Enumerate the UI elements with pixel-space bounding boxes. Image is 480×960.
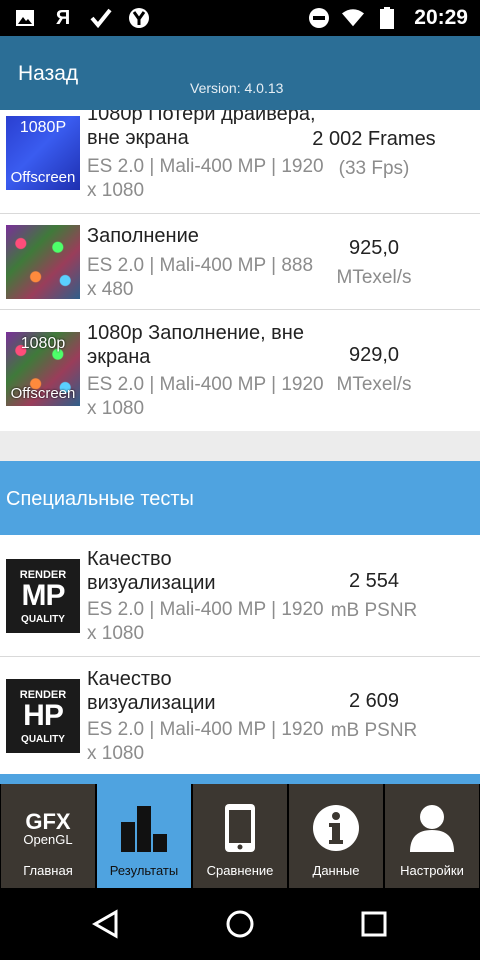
fill-thumbnail [6,225,80,299]
tab-label: Результаты [109,863,179,878]
yandex-browser-icon [128,7,150,29]
results-list[interactable]: 1080P Offscreen 1080p Потери драйвера, в… [0,110,480,784]
version-label: Version: 4.0.13 [190,80,284,96]
tab-home[interactable]: GFX OpenGL Главная [0,784,96,888]
result-value: 2 002 Frames [312,128,436,150]
system-nav-bar [0,888,480,960]
bar-chart-icon [97,802,191,854]
list-item[interactable]: RENDER HP QUALITY Качество визуализации … [0,657,480,774]
test-result: 925,0 MTexel/s [304,234,444,292]
tab-data[interactable]: Данные [288,784,384,888]
result-value: 2 609 [348,690,400,712]
test-title: Качество визуализации [87,548,216,594]
tab-compare[interactable]: Сравнение [192,784,288,888]
section-title: Специальные тесты [6,488,194,510]
yandex-icon: Я [55,7,71,29]
result-unit: (33 Fps) [338,158,410,179]
result-value: 929,0 [348,344,400,366]
list-item[interactable]: 1080p Offscreen 1080p Заполнение, вне эк… [0,310,480,431]
list-item[interactable]: 1080P Offscreen 1080p Потери драйвера, в… [0,110,480,214]
result-unit: mB PSNR [330,720,418,741]
test-details: ES 2.0 | Mali-400 MP | 1920 x 1080 [87,599,324,644]
render-quality-mp-thumbnail: RENDER MP QUALITY [6,559,80,633]
tab-label: Настройки [400,863,464,878]
bottom-tab-bar: GFX OpenGL Главная Результаты Сравнение [0,784,480,888]
test-details: ES 2.0 | Mali-400 MP | 1920 x 1080 [87,374,324,419]
wifi-icon [342,7,365,29]
fill-offscreen-thumbnail: 1080p Offscreen [6,332,80,406]
thumb-label: Offscreen [10,385,76,402]
result-value: 2 554 [348,570,400,592]
tab-settings[interactable]: Настройки [384,784,480,888]
nav-home-button[interactable] [200,888,280,960]
next-section-header [0,774,480,784]
logo-text: OpenGL [23,831,73,847]
nav-back-button[interactable] [66,888,146,960]
nav-recents-button[interactable] [334,888,414,960]
thumb-label: QUALITY [21,734,65,745]
test-result: 2 609 mB PSNR [304,687,444,745]
test-details: ES 2.0 | Mali-400 MP | 1920 x 1080 [87,719,324,764]
section-divider [0,431,480,461]
thumb-label: MP [21,579,66,612]
tab-label: Главная [23,863,73,878]
app-header: Назад Version: 4.0.13 [0,36,480,110]
list-item[interactable]: Заполнение ES 2.0 | Mali-400 MP | 888 x … [0,214,480,310]
offscreen-thumbnail: 1080P Offscreen [6,116,80,190]
info-icon [289,802,383,854]
result-unit: MTexel/s [336,267,412,288]
test-result: 929,0 MTexel/s [304,341,444,399]
home-circle-icon [226,910,254,938]
phone-icon [193,802,287,854]
back-button[interactable]: Назад [18,62,78,86]
clock: 20:29 [414,6,468,29]
check-icon [90,7,112,29]
logo-text: GFX [25,808,71,834]
test-title: 1080p Заполнение, вне экрана [87,322,304,368]
thumb-label: QUALITY [21,614,65,625]
test-title: Заполнение [87,225,199,247]
thumb-label: HP [23,699,64,732]
thumb-label: 1080P [19,119,67,136]
test-result: 2 554 mB PSNR [304,567,444,625]
gfx-logo-icon: GFX OpenGL [1,802,95,854]
result-unit: mB PSNR [330,600,418,621]
user-icon [385,802,479,854]
back-triangle-icon [92,909,118,939]
tab-label: Сравнение [206,863,274,878]
recents-square-icon [361,911,387,937]
test-details: ES 2.0 | Mali-400 MP | 1920 x 1080 [87,156,324,201]
status-bar: Я 20:29 [0,0,480,36]
result-value: 925,0 [348,237,400,259]
do-not-disturb-icon [308,7,330,29]
tab-label: Данные [312,863,360,878]
tab-results[interactable]: Результаты [96,784,192,888]
test-details: ES 2.0 | Mali-400 MP | 888 x 480 [87,255,314,300]
battery-icon [376,7,398,29]
section-header: Специальные тесты [0,461,480,535]
image-icon [14,7,36,29]
result-unit: MTexel/s [336,374,412,395]
thumb-label: Offscreen [10,169,76,186]
thumb-label: 1080p [20,335,66,352]
test-result: 2 002 Frames (33 Fps) [304,125,444,183]
list-item[interactable]: RENDER MP QUALITY Качество визуализации … [0,535,480,657]
test-title: Качество визуализации [87,668,216,714]
render-quality-hp-thumbnail: RENDER HP QUALITY [6,679,80,753]
test-title: 1080p Потери драйвера, вне экрана [87,110,316,149]
